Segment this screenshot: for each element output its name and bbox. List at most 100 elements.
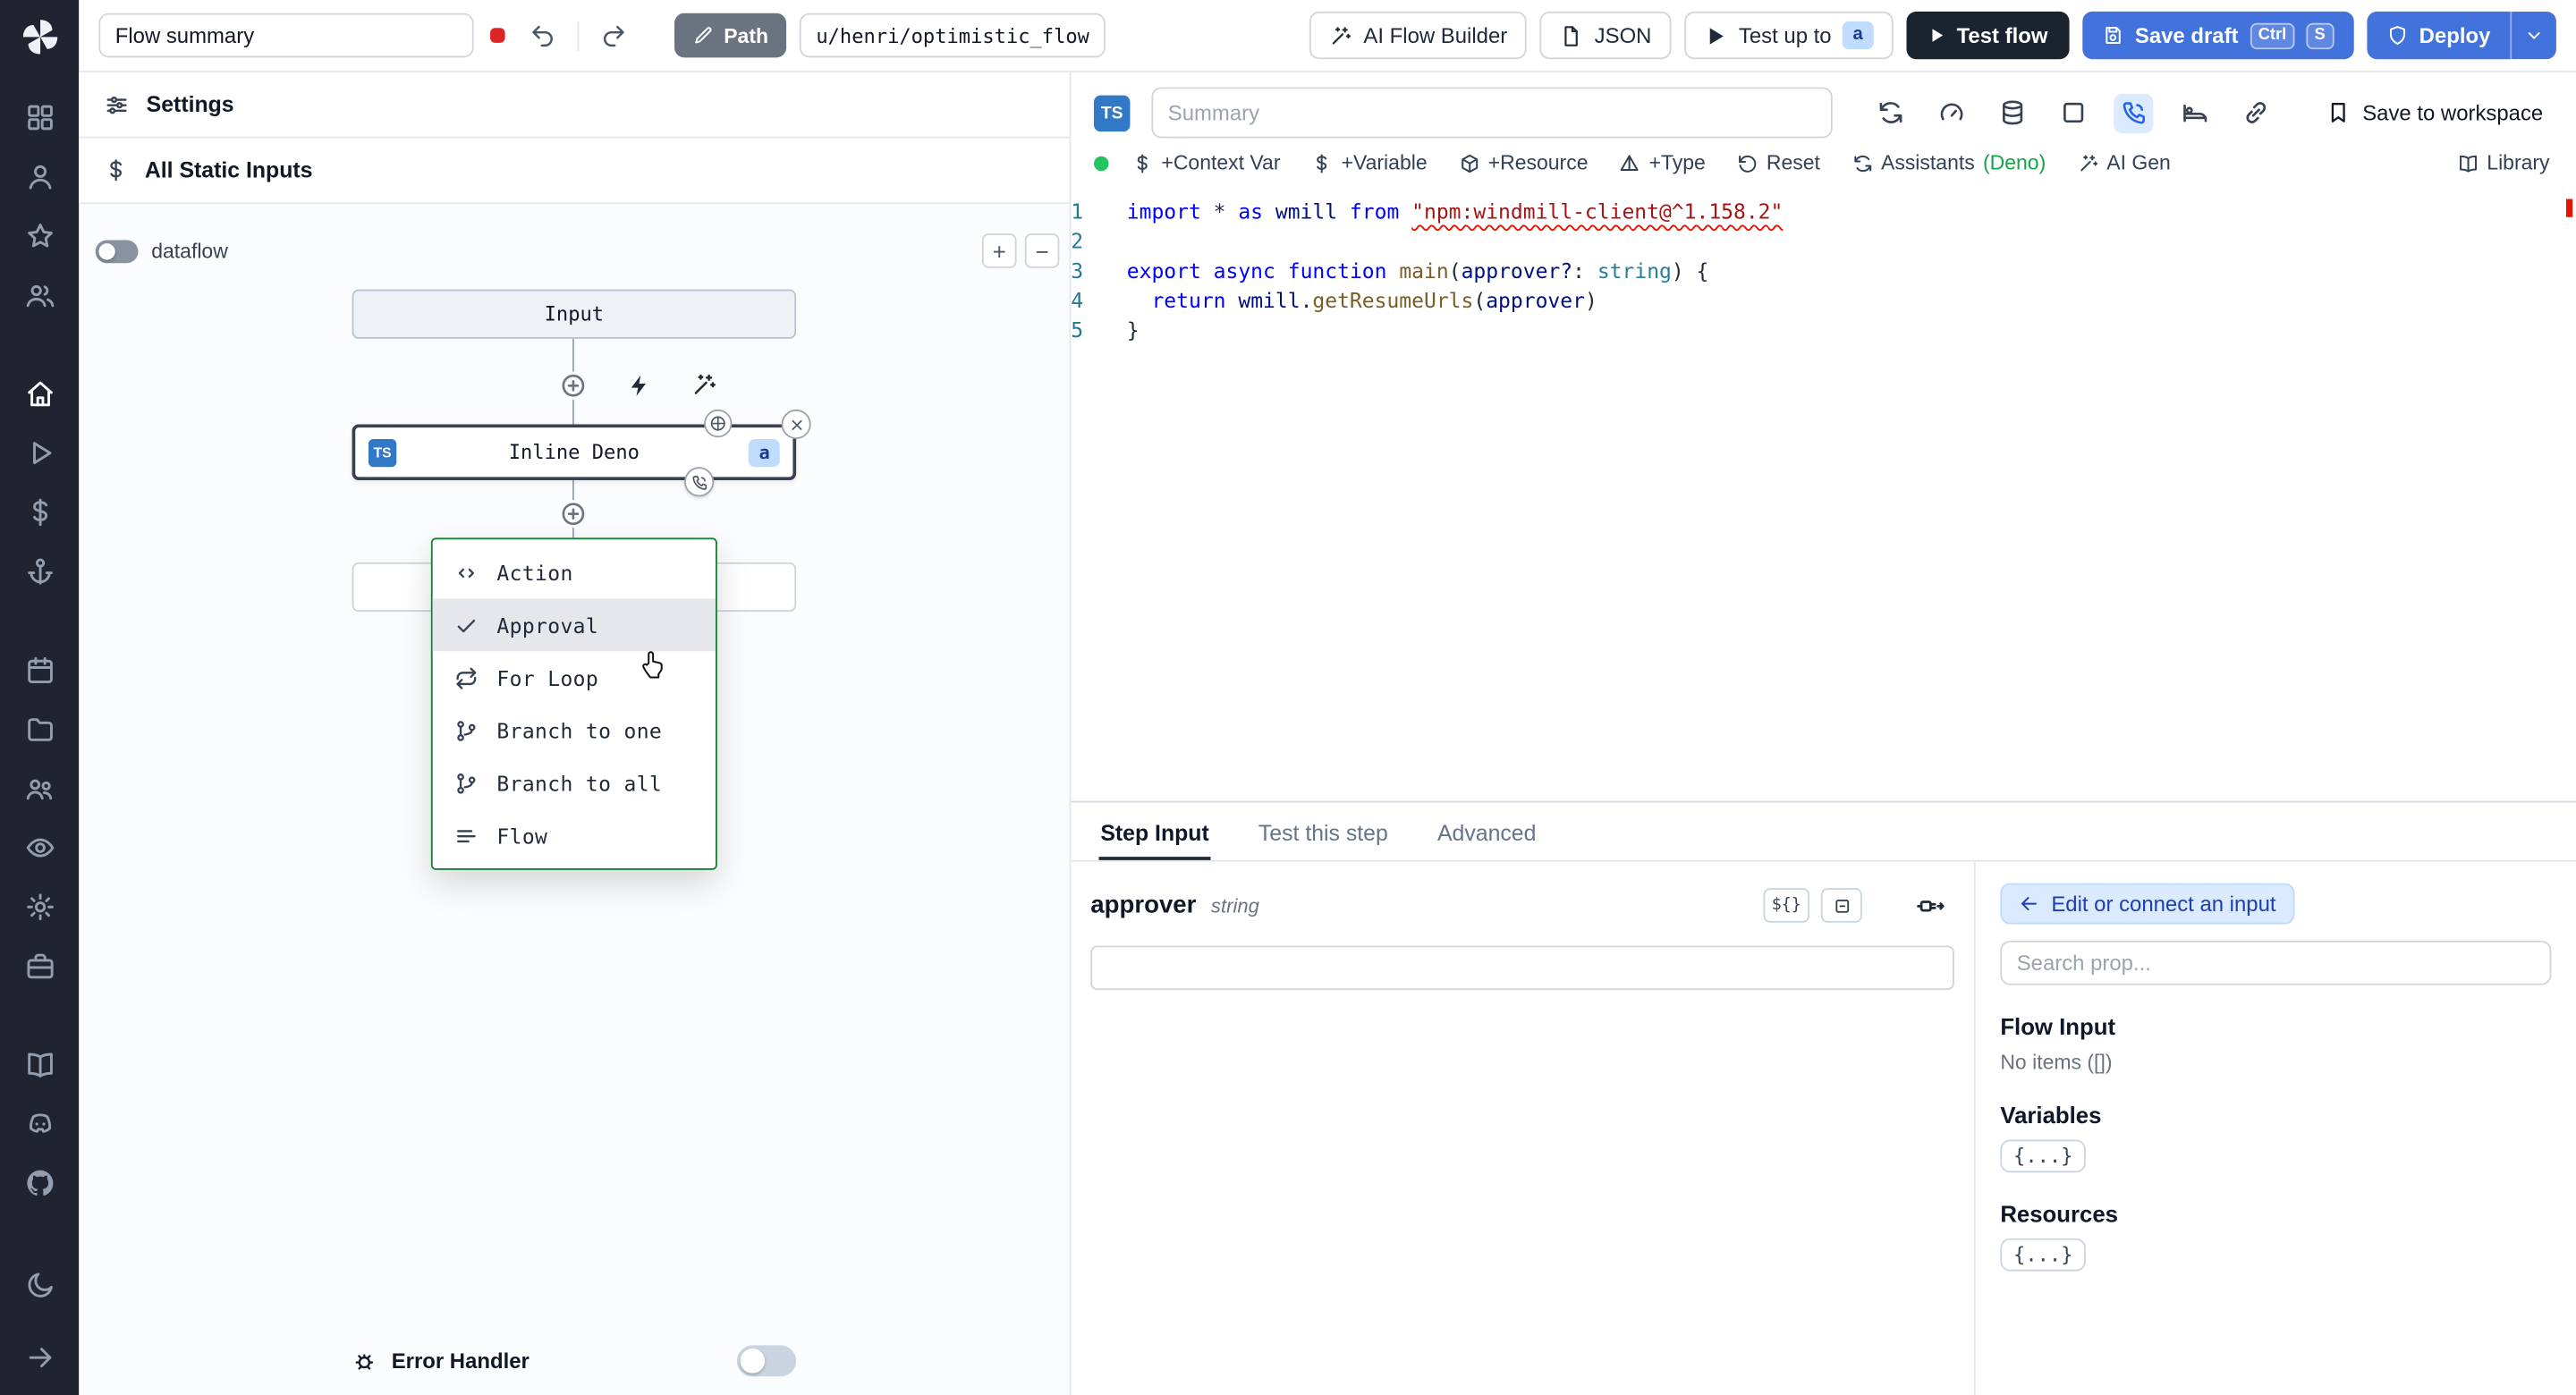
line-number: 2 xyxy=(1071,228,1084,254)
arrowright-icon xyxy=(24,1341,55,1373)
dataflow-toggle[interactable] xyxy=(95,240,139,264)
dollar-icon xyxy=(1311,152,1333,173)
sidebar-item-members[interactable] xyxy=(15,278,64,311)
database-icon-button[interactable] xyxy=(1992,93,2031,132)
windmill-logo-icon[interactable] xyxy=(19,16,60,57)
summary-input[interactable] xyxy=(1151,87,1833,139)
insert-menu-item-branch-to-all[interactable]: Branch to all xyxy=(433,757,716,809)
step-input-panel: Step Input Test this step Advanced approve… xyxy=(1071,800,2576,1395)
static-inputs-row[interactable]: All Static Inputs xyxy=(79,138,1070,205)
editor-toolbar-items: +Context Var +Variable +Resource +Type Reset… xyxy=(1129,148,2174,178)
toolbar-assistants-button[interactable]: Assistants (Deno) xyxy=(1848,148,2049,178)
sidebar-item-home[interactable] xyxy=(15,376,64,410)
ai-generate-step-button[interactable] xyxy=(691,372,716,398)
resources-expand-button[interactable]: {...} xyxy=(2000,1238,2087,1272)
flow-summary-input[interactable] xyxy=(98,13,474,58)
toolbar-type-button[interactable]: +Type xyxy=(1616,148,1709,178)
typescript-badge: TS xyxy=(368,438,397,467)
code-token: return xyxy=(1151,287,1226,313)
code-editor[interactable]: 1 import * as wmill from "npm:windmill-cl… xyxy=(1071,189,2576,800)
toolbar-resource-button[interactable]: +Resource xyxy=(1455,148,1591,178)
sync-icon-button[interactable] xyxy=(1870,93,1910,132)
deploy-button[interactable]: Deploy xyxy=(2366,11,2511,60)
save-to-workspace-button[interactable]: Save to workspace xyxy=(2317,98,2554,126)
insert-step-below-button[interactable] xyxy=(559,500,588,528)
variables-expand-button[interactable]: {...} xyxy=(2000,1139,2087,1173)
sidebar-item-discord[interactable] xyxy=(15,1107,64,1140)
toolbar-reset-button[interactable]: Reset xyxy=(1733,148,1824,178)
undo-button[interactable] xyxy=(521,14,564,57)
library-button[interactable]: Library xyxy=(2454,148,2554,178)
sidebar-item-theme[interactable] xyxy=(15,1268,64,1301)
sidebar-item-settings[interactable] xyxy=(15,890,64,923)
sidebar-item-collapse[interactable] xyxy=(15,1340,64,1374)
connect-node-button[interactable] xyxy=(704,409,733,438)
phone-icon-button[interactable] xyxy=(2114,92,2154,133)
menu-item-label: For Loop xyxy=(496,664,599,690)
test-up-to-button[interactable]: Test up to a xyxy=(1684,11,1893,60)
save-draft-button[interactable]: Save draft Ctrl S xyxy=(2082,11,2354,60)
expression-button[interactable]: ${} xyxy=(1763,888,1809,923)
code-token: "npm:windmill-client@^1.158.2" xyxy=(1411,199,1784,224)
insert-menu-item-for-loop[interactable]: For Loop xyxy=(433,651,716,704)
search-prop-input[interactable] xyxy=(2000,940,2552,985)
redo-button[interactable] xyxy=(592,14,635,57)
tab-test-this-step[interactable]: Test this step xyxy=(1257,802,1390,859)
link-icon-button[interactable] xyxy=(2235,93,2275,132)
settings-row[interactable]: Settings xyxy=(79,72,1070,139)
tab-step-input[interactable]: Step Input xyxy=(1099,802,1211,859)
reset-default-button[interactable] xyxy=(1820,888,1862,923)
deploy-dropdown-button[interactable] xyxy=(2510,11,2556,60)
error-handler-toggle[interactable] xyxy=(736,1345,797,1377)
menu-item-label: Branch to all xyxy=(496,770,663,796)
sidebar-item-variables[interactable] xyxy=(15,495,64,528)
sidebar-item-groups[interactable] xyxy=(15,772,64,805)
sidebar-item-apps[interactable] xyxy=(15,100,64,133)
test-flow-button[interactable]: Test flow xyxy=(1905,11,2070,60)
error-handler-row: Error Handler xyxy=(352,1345,797,1377)
sidebar-item-audit-logs[interactable] xyxy=(15,831,64,864)
remove-node-button[interactable] xyxy=(781,409,811,440)
insert-menu-item-action[interactable]: Action xyxy=(433,546,716,599)
code-token: approver? xyxy=(1461,258,1573,283)
gauge-icon-button[interactable] xyxy=(1931,93,1970,132)
play-icon xyxy=(1704,24,1727,47)
deploy-label: Deploy xyxy=(2419,22,2491,48)
ai-flow-builder-button[interactable]: AI Flow Builder xyxy=(1309,11,1528,60)
sidebar-item-docs[interactable] xyxy=(15,1047,64,1080)
sidebar-item-user[interactable] xyxy=(15,159,64,192)
approver-value-input[interactable] xyxy=(1090,945,1954,991)
toolbar-variable-button[interactable]: +Variable xyxy=(1309,148,1431,178)
toolbar-label: AI Gen xyxy=(2106,151,2171,174)
square-icon-button[interactable] xyxy=(2053,93,2092,132)
sidebar-item-folders[interactable] xyxy=(15,712,64,745)
edit-or-connect-button[interactable]: Edit or connect an input xyxy=(2000,883,2294,925)
bed-icon-button[interactable] xyxy=(2174,93,2214,132)
insert-menu-item-approval[interactable]: Approval xyxy=(432,598,716,652)
zoom-out-button[interactable]: − xyxy=(1024,233,1060,268)
discord-icon xyxy=(24,1108,55,1139)
json-button[interactable]: JSON xyxy=(1539,11,1672,60)
sidebar-item-favorites[interactable] xyxy=(15,219,64,252)
trigger-bolt-button[interactable] xyxy=(627,373,652,398)
sidebar-item-runs[interactable] xyxy=(15,435,64,469)
suspend-approval-badge xyxy=(684,467,715,497)
toolbar-context-var-button[interactable]: +Context Var xyxy=(1129,148,1284,178)
sidebar-item-schedules[interactable] xyxy=(15,653,64,686)
sidebar-item-github[interactable] xyxy=(15,1166,64,1199)
tab-advanced[interactable]: Advanced xyxy=(1436,802,1538,859)
connect-input-button[interactable] xyxy=(1911,889,1954,922)
sidebar-item-resources[interactable] xyxy=(15,554,64,588)
input-node[interactable]: Input xyxy=(352,289,797,339)
zoom-in-button[interactable]: + xyxy=(981,233,1017,268)
insert-menu-item-flow[interactable]: Flow xyxy=(433,809,716,862)
code-token: . xyxy=(1300,287,1313,313)
path-button[interactable]: Path xyxy=(674,13,787,58)
branch-icon xyxy=(454,771,479,796)
insert-menu-item-branch-to-one[interactable]: Branch to one xyxy=(433,704,716,757)
insert-step-button[interactable] xyxy=(559,371,588,400)
sidebar-item-workers[interactable] xyxy=(15,949,64,982)
path-input[interactable] xyxy=(799,13,1106,58)
toolbar-ai-gen-button[interactable]: AI Gen xyxy=(2074,148,2174,178)
step-node-inline-deno[interactable]: TS Inline Deno a xyxy=(352,424,797,481)
